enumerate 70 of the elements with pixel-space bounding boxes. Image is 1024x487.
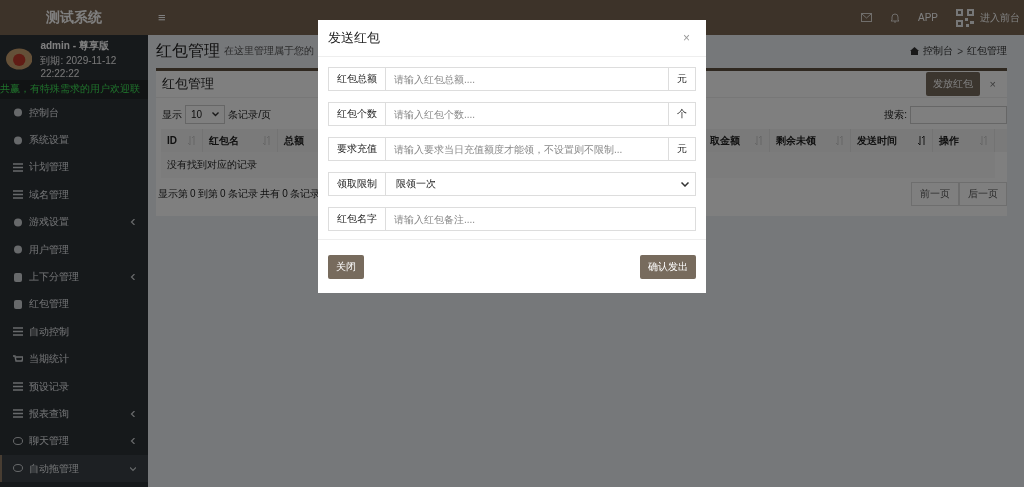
app-link[interactable]: APP xyxy=(918,12,938,23)
qr-code-icon[interactable] xyxy=(956,8,974,27)
panel-title: 红包管理 xyxy=(162,75,214,93)
menu-item-icon xyxy=(13,190,23,200)
mail-icon[interactable] xyxy=(861,13,872,22)
menu-item-icon xyxy=(13,409,23,419)
input-field[interactable]: 请输入要求当日充值额度才能领，不设置则不限制... xyxy=(386,137,669,161)
bell-icon[interactable] xyxy=(890,12,900,23)
search-field[interactable] xyxy=(910,105,1007,124)
length-label: 显示 xyxy=(162,107,182,122)
expiry-date: 到期: 2029-11-12 22:22:22 xyxy=(40,54,118,79)
search-label: 搜索: xyxy=(884,107,907,122)
menu-item-icon xyxy=(13,217,23,227)
confirm-button[interactable]: 确认发出 xyxy=(640,254,696,279)
menu-item-icon xyxy=(13,108,23,118)
front-link[interactable]: 进入前台 xyxy=(980,10,1020,25)
close-button[interactable]: × xyxy=(983,77,1002,91)
sidebar-item[interactable]: 用户管理 xyxy=(0,235,148,264)
page-size-select[interactable]: 10 xyxy=(185,105,226,124)
menu-item-icon xyxy=(13,354,23,364)
select-field[interactable]: 限领一次 xyxy=(386,172,696,196)
sidebar-item[interactable]: 预设记录 xyxy=(0,372,148,401)
length-label: 条记录/页 xyxy=(228,107,271,122)
modal-title: 发送红包 xyxy=(328,29,380,47)
field-label: 领取限制 xyxy=(328,172,386,196)
menu-item-icon xyxy=(13,382,23,392)
logo-text: 测试系统 xyxy=(45,8,103,27)
page-title: 红包管理 xyxy=(156,40,220,61)
send-button[interactable]: 发放红包 xyxy=(925,72,980,96)
menu-item-icon xyxy=(13,327,23,337)
sidebar-item[interactable]: 系统设置 xyxy=(0,126,148,154)
field-label: 红包名字 xyxy=(328,207,386,231)
sidebar-item[interactable]: 自动拖管理 xyxy=(0,455,148,483)
notice-marquee: 共赢，有特殊需求的用户欢迎联 xyxy=(0,80,148,99)
input-field[interactable]: 请输入红包总额.... xyxy=(386,67,669,91)
menu-item-icon xyxy=(13,162,23,172)
close-button[interactable]: 关闭 xyxy=(328,254,364,279)
unit-label: 元 xyxy=(669,137,696,161)
sidebar-item[interactable]: 红包管理 xyxy=(0,290,148,319)
input-field[interactable]: 请输入红包个数.... xyxy=(386,102,669,126)
unit-label: 元 xyxy=(669,67,696,91)
table-info: 显示第 0 到第 0 条记录 共有 0 条记录 xyxy=(158,187,320,201)
breadcrumb-link[interactable]: 红包管理 xyxy=(967,44,1007,58)
breadcrumb-link[interactable]: 控制台 xyxy=(923,44,954,58)
user-name: admin - 尊享版 xyxy=(40,39,110,53)
chevron-down-icon xyxy=(681,181,689,187)
input-field[interactable]: 请输入红包备注.... xyxy=(386,207,696,231)
menu-item-icon xyxy=(13,135,23,145)
menu-item-icon xyxy=(13,299,23,309)
chevron-down-icon xyxy=(212,112,220,117)
sidebar-item[interactable]: 计划管理 xyxy=(0,153,148,182)
page-subtitle: 在这里管理属于您的 xyxy=(224,44,314,58)
menu-item-icon xyxy=(13,436,23,446)
sidebar-item[interactable]: 自动控制 xyxy=(0,318,148,346)
field-label: 要求充值 xyxy=(328,137,386,161)
close-button[interactable]: × xyxy=(677,30,696,46)
menu-item-icon xyxy=(13,464,23,474)
avatar xyxy=(6,47,33,71)
sidebar-item[interactable]: 控制台 xyxy=(0,99,148,127)
sidebar-item[interactable]: 游戏设置 xyxy=(0,208,148,236)
field-label: 红包个数 xyxy=(328,102,386,126)
menu-item-icon xyxy=(13,245,23,255)
sidebar-item[interactable]: 当期统计 xyxy=(0,345,148,373)
field-label: 红包总额 xyxy=(328,67,386,91)
home-icon xyxy=(910,47,920,55)
menu-item-icon xyxy=(13,272,23,282)
unit-label: 个 xyxy=(669,102,696,126)
breadcrumb-separator: > xyxy=(957,45,963,57)
sidebar-item[interactable]: 报表查询 xyxy=(0,400,148,428)
sidebar-item[interactable]: 域名管理 xyxy=(0,181,148,209)
